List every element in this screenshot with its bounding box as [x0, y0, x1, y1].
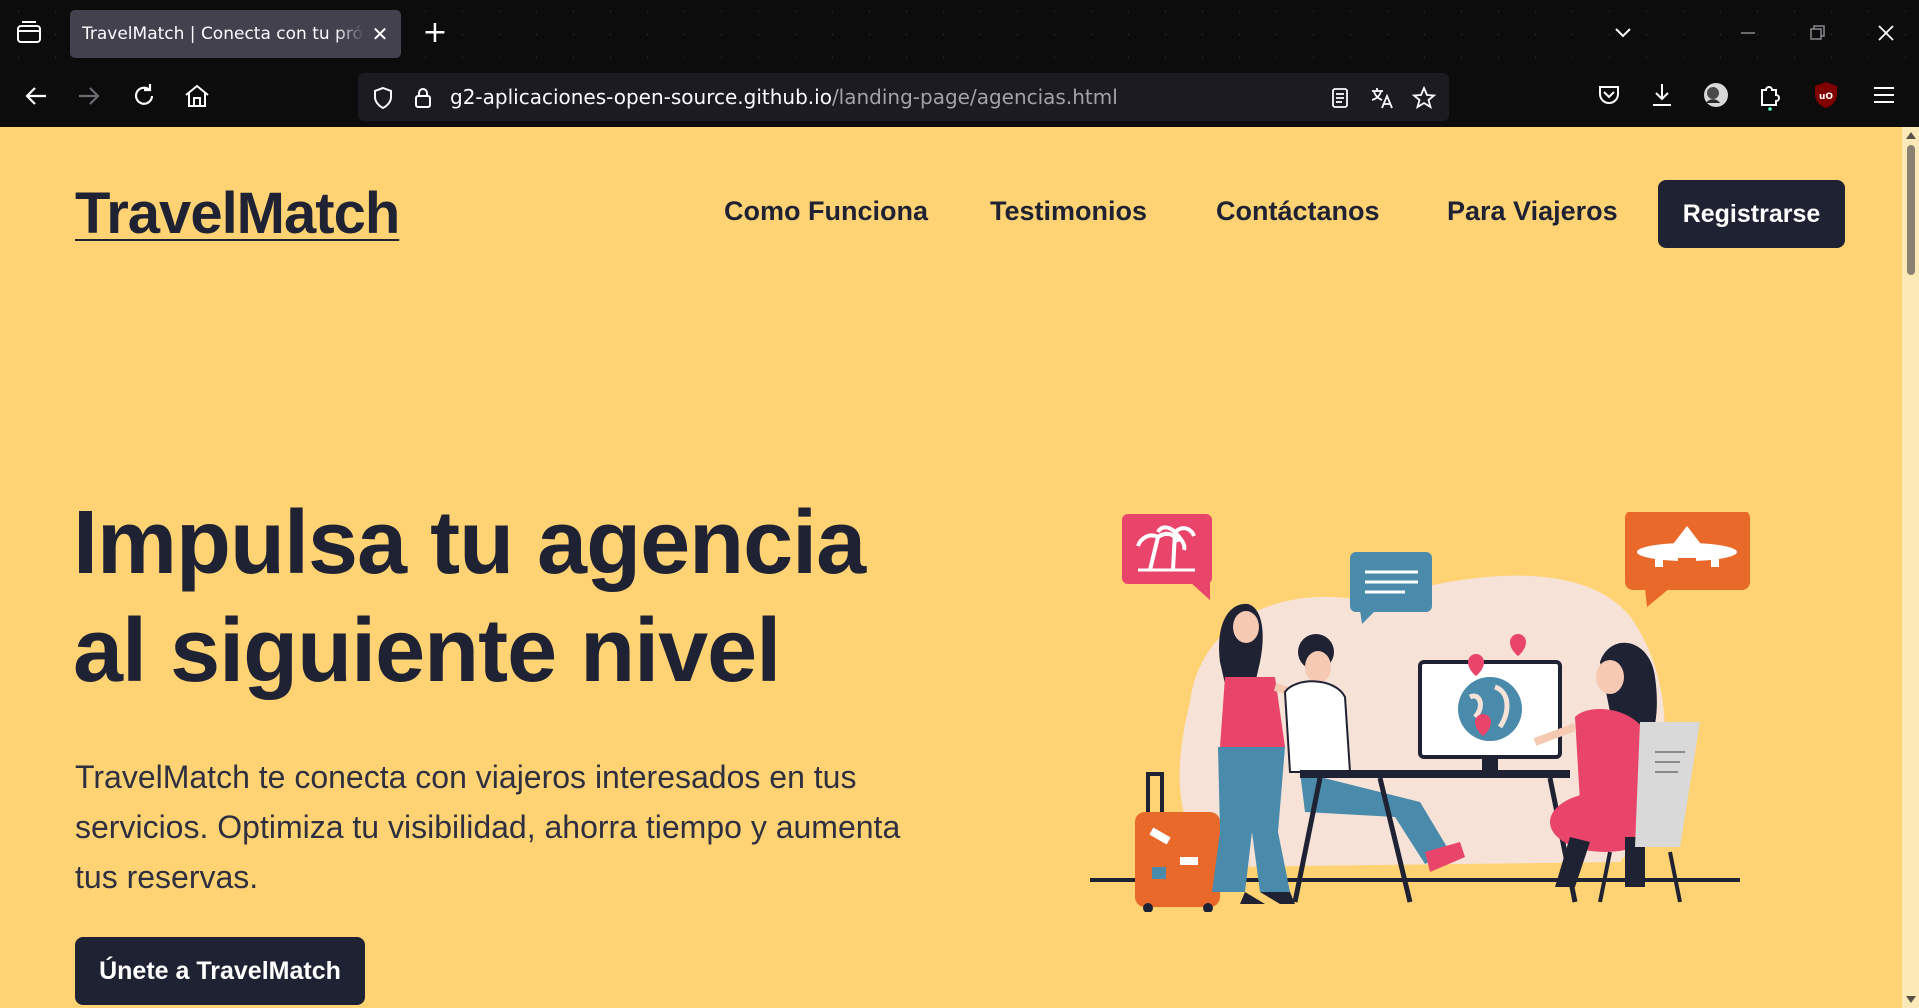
navigation-toolbar: g2-aplicaciones-open-source.github.io/la… — [0, 66, 1919, 127]
download-icon[interactable] — [1646, 79, 1678, 111]
pocket-icon[interactable] — [1593, 79, 1625, 111]
scroll-down-arrow[interactable] — [1906, 996, 1916, 1003]
nav-link-como-funciona[interactable]: Como Funciona — [724, 196, 928, 227]
url-text[interactable]: g2-aplicaciones-open-source.github.io/la… — [450, 85, 1118, 109]
translate-icon[interactable] — [1369, 85, 1395, 111]
close-tab-icon[interactable]: ✕ — [368, 22, 392, 46]
forward-icon[interactable] — [72, 79, 106, 113]
extensions-icon[interactable] — [1754, 79, 1786, 111]
palm-tree-bubble-icon — [1122, 514, 1212, 600]
shield-icon[interactable] — [370, 85, 396, 111]
scroll-up-arrow[interactable] — [1906, 132, 1916, 139]
svg-text:uO: uO — [1819, 92, 1833, 102]
chevron-down-icon[interactable] — [1608, 18, 1638, 48]
browser-tab-active[interactable]: TravelMatch | Conecta con tu próximo des… — [70, 10, 401, 58]
reader-view-icon[interactable] — [1327, 85, 1353, 111]
tab-title: TravelMatch | Conecta con tu próximo des… — [82, 24, 364, 44]
restore-icon[interactable] — [1802, 18, 1832, 48]
url-path: /landing-page/agencias.html — [831, 85, 1118, 109]
lock-icon[interactable] — [410, 85, 436, 111]
url-bar[interactable]: g2-aplicaciones-open-source.github.io/la… — [358, 73, 1449, 121]
url-host: g2-aplicaciones-open-source.github.io — [450, 85, 832, 109]
home-icon[interactable] — [180, 79, 214, 113]
back-icon[interactable] — [19, 79, 53, 113]
menu-hamburger-icon[interactable] — [1868, 79, 1900, 111]
hero-title-line-2: al siguiente nivel — [73, 601, 781, 701]
tab-strip: TravelMatch | Conecta con tu próximo des… — [0, 0, 1919, 66]
register-button[interactable]: Registrarse — [1658, 180, 1845, 248]
scrollbar-thumb[interactable] — [1907, 145, 1915, 275]
bookmark-star-icon[interactable] — [1411, 85, 1437, 111]
travel-agency-illustration — [1090, 512, 1750, 912]
close-window-icon[interactable] — [1871, 18, 1901, 48]
hero-title: Impulsa tu agencia al siguiente nivel — [73, 489, 913, 705]
site-logo[interactable]: TravelMatch — [75, 180, 400, 247]
join-travelmatch-button[interactable]: Únete a TravelMatch — [75, 937, 365, 1005]
airplane-bubble-icon — [1625, 512, 1750, 607]
tab-list-icon[interactable] — [14, 18, 44, 48]
page-scrollbar[interactable] — [1902, 127, 1919, 1008]
nav-link-contactanos[interactable]: Contáctanos — [1216, 196, 1380, 227]
new-tab-icon[interactable]: + — [420, 18, 450, 48]
page-viewport: TravelMatch Como Funciona Testimonios Co… — [0, 127, 1919, 1008]
minimize-icon[interactable] — [1733, 18, 1763, 48]
ublock-origin-icon[interactable]: uO — [1810, 79, 1842, 111]
nav-link-testimonios[interactable]: Testimonios — [990, 196, 1147, 227]
account-avatar-icon[interactable] — [1700, 79, 1732, 111]
hero-description: TravelMatch te conecta con viajeros inte… — [75, 759, 901, 895]
hero-title-line-1: Impulsa tu agencia — [73, 493, 866, 593]
reload-icon[interactable] — [127, 79, 161, 113]
nav-link-para-viajeros[interactable]: Para Viajeros — [1447, 196, 1618, 227]
